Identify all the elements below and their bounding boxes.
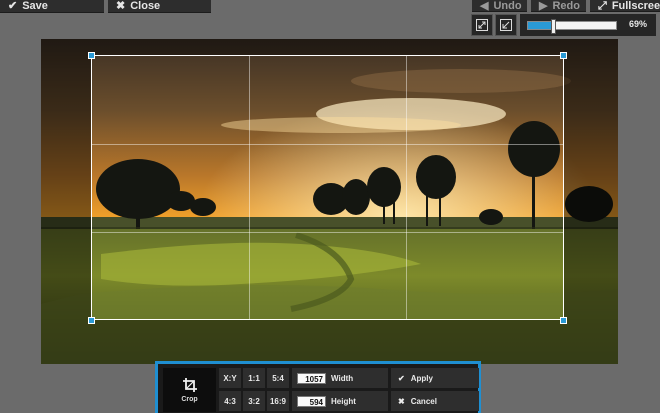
cancel-label: Cancel <box>410 396 437 406</box>
check-icon: ✔ <box>398 373 405 383</box>
image-canvas[interactable] <box>41 39 618 364</box>
zoom-slider-fill <box>528 22 553 29</box>
undo-label: Undo <box>493 0 522 12</box>
crop-grid-line <box>406 56 407 319</box>
crop-selection[interactable] <box>91 55 564 320</box>
crop-grid-line <box>92 232 563 233</box>
crop-panel: Crop X:Y 1:1 5:4 4:3 3:2 16:9 1057 Width… <box>155 361 481 413</box>
zoom-slider-panel: 69% <box>520 14 656 36</box>
zoom-value: 69% <box>628 19 647 29</box>
save-label: Save <box>22 0 48 12</box>
ratio-5-4-button[interactable]: 5:4 <box>267 368 289 388</box>
zoom-actual-icon <box>500 19 512 31</box>
height-label: Height <box>331 396 356 406</box>
zoom-actual-button[interactable] <box>495 14 517 36</box>
redo-icon: ▶ <box>539 0 548 12</box>
width-label: Width <box>331 373 354 383</box>
crop-grid-line <box>92 144 563 145</box>
crop-handle-bottom-left[interactable] <box>88 317 95 324</box>
crop-handle-top-right[interactable] <box>560 52 567 59</box>
close-label: Close <box>130 0 161 12</box>
crop-mask-left <box>41 55 91 320</box>
check-icon: ✔ <box>8 0 18 12</box>
crop-handle-top-left[interactable] <box>88 52 95 59</box>
ratio-4-3-button[interactable]: 4:3 <box>219 391 241 411</box>
apply-label: Apply <box>410 373 433 383</box>
close-button[interactable]: ✖ Close <box>108 0 211 13</box>
save-button[interactable]: ✔ Save <box>0 0 104 13</box>
ratio-3-2-button[interactable]: 3:2 <box>243 391 265 411</box>
zoom-fit-icon <box>476 19 488 31</box>
fullscreen-icon: ⤢ <box>598 0 607 12</box>
crop-mask-top <box>41 39 618 55</box>
close-icon: ✖ <box>398 396 405 406</box>
crop-handle-bottom-right[interactable] <box>560 317 567 324</box>
height-field-group: 594 Height <box>292 391 388 411</box>
apply-button[interactable]: ✔ Apply <box>391 368 479 388</box>
zoom-slider[interactable] <box>527 19 617 34</box>
ratio-16-9-button[interactable]: 16:9 <box>267 391 289 411</box>
crop-tool-label: Crop <box>181 395 198 403</box>
crop-icon <box>182 377 197 392</box>
ratio-1-1-button[interactable]: 1:1 <box>243 368 265 388</box>
ratio-xy-button[interactable]: X:Y <box>219 368 241 388</box>
crop-grid-line <box>249 56 250 319</box>
undo-button[interactable]: ◀ Undo <box>472 0 527 12</box>
fullscreen-button[interactable]: ⤢ Fullscreen <box>590 0 660 12</box>
crop-mask-bottom <box>41 320 618 364</box>
redo-button[interactable]: ▶ Redo <box>531 0 586 12</box>
cancel-button[interactable]: ✖ Cancel <box>391 391 479 411</box>
zoom-slider-thumb[interactable] <box>550 19 556 34</box>
width-input[interactable]: 1057 <box>297 372 326 384</box>
height-input[interactable]: 594 <box>297 395 326 407</box>
width-field-group: 1057 Width <box>292 368 388 388</box>
crop-tool-button[interactable]: Crop <box>163 368 216 412</box>
zoom-fit-button[interactable] <box>471 14 493 36</box>
crop-mask-right <box>564 55 618 320</box>
close-icon: ✖ <box>116 0 126 12</box>
redo-label: Redo <box>552 0 580 12</box>
fullscreen-label: Fullscreen <box>611 0 660 12</box>
undo-icon: ◀ <box>480 0 489 12</box>
